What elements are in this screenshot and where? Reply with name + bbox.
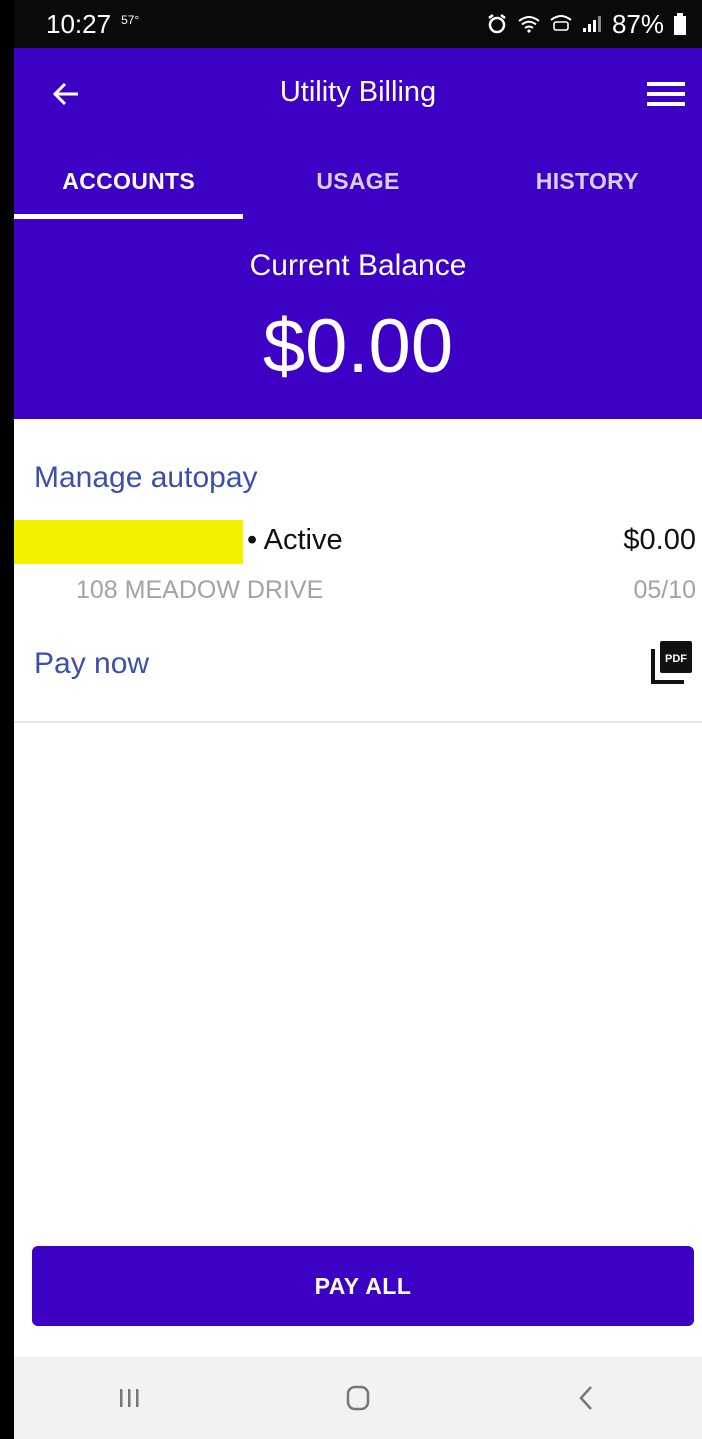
battery-icon xyxy=(674,13,686,35)
wifi-icon xyxy=(518,15,540,33)
account-address: 108 MEADOW DRIVE xyxy=(76,576,324,604)
due-date: 05/10 xyxy=(633,576,696,604)
tab-accounts[interactable]: ACCOUNTS xyxy=(14,143,244,219)
status-right: 87% xyxy=(486,9,686,40)
status-bar: 10:27 57° 87% xyxy=(14,0,702,48)
home-icon[interactable] xyxy=(318,1368,398,1428)
manage-autopay-link[interactable]: Manage autopay xyxy=(34,461,258,495)
app-bar: Utility Billing xyxy=(14,48,702,143)
status-temperature: 57° xyxy=(121,13,140,27)
back-icon[interactable] xyxy=(547,1368,627,1428)
recent-apps-icon[interactable] xyxy=(89,1368,169,1428)
tab-bar: ACCOUNTS USAGE HISTORY xyxy=(14,143,702,219)
wifi-calling-icon xyxy=(550,14,572,34)
balance-amount: $0.00 xyxy=(262,304,454,389)
pdf-icon[interactable]: PDF xyxy=(650,639,694,685)
app-screen: 10:27 57° 87% Utility Billing ACCOUNTS U… xyxy=(14,0,702,1439)
account-amount: $0.00 xyxy=(623,524,696,556)
system-nav-bar xyxy=(14,1357,702,1439)
status-left: 10:27 57° xyxy=(46,9,139,40)
alarm-icon xyxy=(486,13,508,35)
status-time: 10:27 xyxy=(46,8,112,39)
account-status: • Active xyxy=(247,524,343,556)
divider xyxy=(14,721,702,723)
redacted-account-number xyxy=(14,520,243,564)
tab-usage[interactable]: USAGE xyxy=(243,143,472,219)
tab-history[interactable]: HISTORY xyxy=(473,143,702,219)
page-title: Utility Billing xyxy=(279,76,437,108)
balance-panel: Current Balance $0.00 xyxy=(14,219,702,419)
battery-percent: 87% xyxy=(611,8,664,39)
pay-all-button[interactable]: PAY ALL xyxy=(32,1246,694,1326)
pay-now-link[interactable]: Pay now xyxy=(34,647,149,681)
signal-icon xyxy=(582,15,602,33)
balance-label: Current Balance xyxy=(249,249,467,282)
account-row[interactable]: • Active $0.00 xyxy=(14,520,702,564)
device-frame-edge xyxy=(0,0,14,1439)
hamburger-menu-icon[interactable] xyxy=(644,74,688,114)
pdf-label: PDF xyxy=(665,653,687,665)
